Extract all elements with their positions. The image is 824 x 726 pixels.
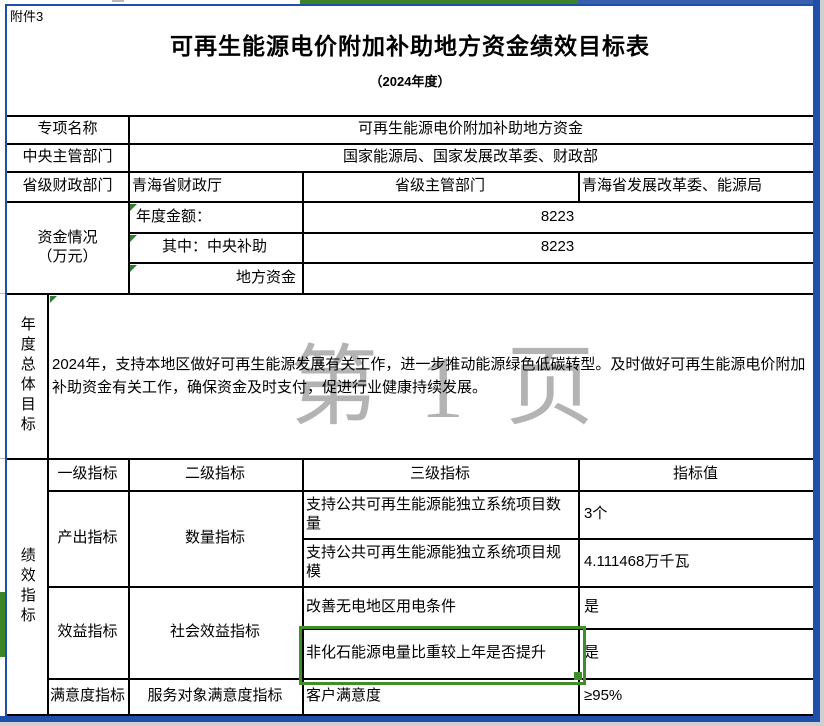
cell-annual-amount-value[interactable]: 8223 [302, 201, 813, 232]
row-header-highlight [0, 592, 5, 657]
cell-indicator-row3[interactable]: 改善无电地区用电条件 [302, 586, 578, 628]
funding-group-line1: 资金情况 [37, 228, 98, 246]
page-border-right [813, 0, 820, 722]
header-level1[interactable]: 一级指标 [47, 458, 128, 490]
window-edge-bottom [0, 722, 820, 726]
cell-central-subsidy-label[interactable]: 其中：中央补助 [128, 232, 302, 262]
header-indicator-value[interactable]: 指标值 [578, 458, 813, 490]
cell-value-row2[interactable]: 4.111468万千瓦 [578, 538, 813, 586]
cell-value-row1[interactable]: 3个 [578, 490, 813, 538]
cell-provincial-finance-value[interactable]: 青海省财政厅 [128, 171, 302, 201]
page-subtitle[interactable]: （2024年度） [7, 71, 813, 90]
page-title[interactable]: 可再生能源电价附加补助地方资金绩效目标表 [7, 27, 813, 61]
cell-benefit-indicator[interactable]: 效益指标 [47, 586, 128, 678]
page-border-top [5, 4, 814, 6]
cell-indicator-row2[interactable]: 支持公共可再生能源能独立系统项目规模 [302, 538, 578, 586]
gridline-fragment [0, 293, 5, 294]
page-border-left [5, 4, 7, 716]
attachment-label[interactable]: 附件3 [10, 6, 43, 25]
cell-indicator-group-label[interactable]: 绩效指标 [7, 458, 47, 716]
gridline-fragment [112, 0, 124, 2]
cell-annual-goal-text[interactable]: 2024年，支持本地区做好可再生能源发展有关工作，进一步推动能源绿色低碳转型。及… [47, 293, 813, 458]
cell-indicator-row1[interactable]: 支持公共可再生能源能独立系统项目数量 [302, 490, 578, 538]
header-level3[interactable]: 三级指标 [302, 458, 578, 490]
funding-group-line2: （万元） [37, 248, 98, 265]
cell-quantity-indicator[interactable]: 数量指标 [128, 490, 302, 586]
cell-local-funds-value[interactable] [302, 262, 813, 293]
cell-satisfaction-indicator[interactable]: 满意度指标 [47, 678, 128, 714]
cell-service-satisfaction-indicator[interactable]: 服务对象满意度指标 [128, 678, 302, 714]
spreadsheet-page-break-preview: 第 1 页 附件3 可再生能源电价附加补助地方资金绩效目标表 （2024年度） … [0, 0, 824, 726]
cell-provincial-finance-label[interactable]: 省级财政部门 [7, 171, 128, 201]
cell-central-dept-value[interactable]: 国家能源局、国家发展改革委、财政部 [128, 143, 813, 171]
header-level2[interactable]: 二级指标 [128, 458, 302, 490]
cell-social-benefit-indicator[interactable]: 社会效益指标 [128, 586, 302, 678]
cell-special-project-label[interactable]: 专项名称 [7, 115, 128, 143]
error-indicator-triangle [130, 204, 137, 211]
cell-provincial-dept-label[interactable]: 省级主管部门 [302, 171, 578, 201]
cell-provincial-dept-value[interactable]: 青海省发展改革委、能源局 [578, 171, 813, 201]
cell-value-row5[interactable]: ≥95% [578, 678, 813, 714]
cell-local-funds-label[interactable]: 地方资金 [128, 262, 302, 293]
fill-handle[interactable] [574, 672, 582, 680]
cell-central-subsidy-value[interactable]: 8223 [302, 232, 813, 262]
cell-value-row4[interactable]: 是 [578, 628, 813, 678]
cell-annual-goal-label[interactable]: 年度总体目标 [7, 293, 47, 458]
cell-output-indicator[interactable]: 产出指标 [47, 490, 128, 586]
window-edge-right [820, 0, 824, 726]
cell-value-row3[interactable]: 是 [578, 586, 813, 628]
gridline-fragment [0, 458, 5, 459]
cell-special-project-value[interactable]: 可再生能源电价附加补助地方资金 [128, 115, 813, 143]
cell-annual-amount-label[interactable]: 年度金额： [128, 201, 302, 232]
error-indicator-triangle [130, 265, 137, 272]
error-indicator-triangle [130, 235, 137, 242]
cell-central-dept-label[interactable]: 中央主管部门 [7, 143, 128, 171]
selected-cell-border [299, 626, 586, 685]
cell-funding-group-label[interactable]: 资金情况 （万元） [7, 201, 128, 293]
